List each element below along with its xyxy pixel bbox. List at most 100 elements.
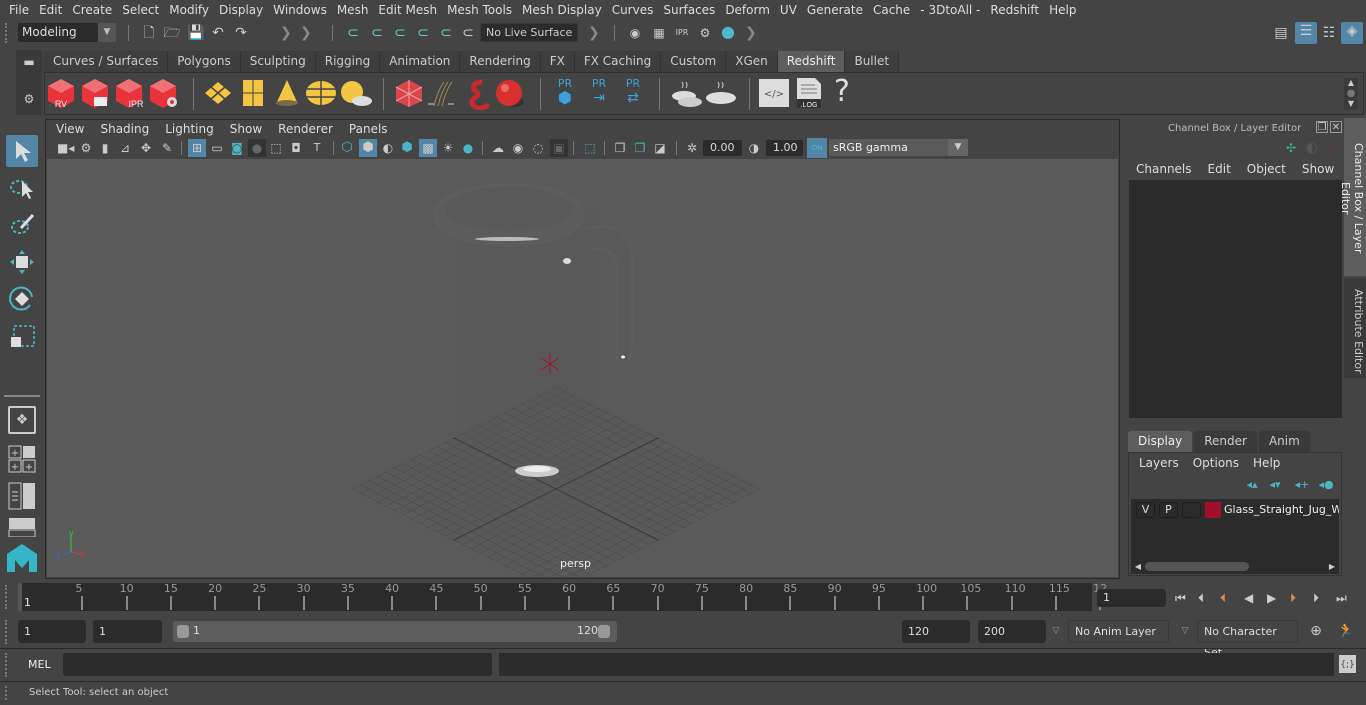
undo-icon[interactable]: ↶ — [209, 24, 227, 42]
viewport-canvas[interactable]: y x z — [47, 159, 1118, 577]
paint-select-tool[interactable] — [6, 208, 38, 240]
channel-menu-channels[interactable]: Channels — [1128, 160, 1200, 178]
float-panel-icon[interactable]: ❐ — [1316, 121, 1328, 133]
log-icon[interactable]: .LOG — [795, 77, 823, 109]
play-forwards-icon[interactable]: ▶ — [1267, 589, 1285, 607]
range-grip[interactable] — [5, 620, 9, 644]
scrollbar-thumb[interactable] — [1145, 562, 1249, 571]
hyper-icon[interactable]: ⁄ — [1325, 139, 1339, 157]
menu-create[interactable]: Create — [67, 0, 117, 20]
go-to-start-icon[interactable]: ⏮ — [1175, 589, 1193, 607]
viewport-menu-shading[interactable]: Shading — [92, 120, 157, 138]
shelf-tab-fx[interactable]: FX — [540, 51, 575, 72]
camera-attributes-icon[interactable]: ⚙ — [78, 139, 94, 157]
screen-space-ao-icon[interactable]: ☁ — [490, 139, 506, 157]
resolution-gate-icon[interactable]: ◙ — [229, 139, 245, 157]
menu-help[interactable]: Help — [1044, 0, 1081, 20]
scroll-left-icon[interactable]: ◀ — [1134, 560, 1142, 573]
redshift-render-view-icon[interactable]: RV — [46, 77, 76, 109]
scale-tool[interactable] — [6, 320, 38, 352]
menu-redshift[interactable]: Redshift — [985, 0, 1044, 20]
outliner-persp-layout-icon[interactable] — [8, 482, 36, 510]
layer-horizontal-scrollbar[interactable]: ◀ ▶ — [1131, 560, 1339, 573]
channel-menu-show[interactable]: Show — [1294, 160, 1342, 178]
manipulator-icon[interactable]: ✣ — [1283, 139, 1299, 157]
animation-preferences-icon[interactable]: 🏃 — [1336, 622, 1356, 640]
status-line-grip[interactable] — [5, 23, 9, 43]
scroll-right-icon[interactable]: ▶ — [1328, 560, 1336, 573]
sphere-material-icon[interactable] — [494, 78, 526, 110]
playback-end-field[interactable]: 120 — [902, 620, 970, 643]
portal-light-icon[interactable] — [241, 78, 265, 108]
shelf-tabs-menu-icon[interactable]: ▬ — [20, 53, 38, 71]
viewport-menu-renderer[interactable]: Renderer — [270, 120, 341, 138]
menu-generate[interactable]: Generate — [802, 0, 868, 20]
persp-graph-layout-icon[interactable] — [8, 517, 36, 537]
film-gate-icon[interactable]: ▭ — [209, 139, 225, 157]
wireframe-icon[interactable]: ⬡ — [339, 139, 355, 157]
shelf-tab-bullet[interactable]: Bullet — [845, 51, 900, 72]
script-editor-icon[interactable]: </> — [759, 79, 789, 107]
playback-start-field[interactable]: 1 — [93, 620, 162, 643]
menu-mesh-display[interactable]: Mesh Display — [517, 0, 607, 20]
safe-action-icon[interactable]: ◘ — [288, 139, 304, 157]
step-forward-key-icon[interactable]: ⏵ — [1290, 589, 1308, 607]
redshift-batch-render-icon[interactable] — [80, 77, 110, 109]
menu-file[interactable]: File — [4, 0, 34, 20]
menu-curves[interactable]: Curves — [607, 0, 659, 20]
default-material-icon[interactable]: ◐ — [380, 139, 396, 157]
exposure-field[interactable]: 0.00 — [703, 140, 742, 156]
shelf-tab-xgen[interactable]: XGen — [726, 51, 778, 72]
render-settings-icon[interactable]: ⚙ — [696, 24, 714, 42]
shelf-tab-fx-caching[interactable]: FX Caching — [574, 51, 662, 72]
anim-layer-dropdown[interactable]: No Anim Layer — [1068, 620, 1169, 643]
menu-uv[interactable]: UV — [775, 0, 802, 20]
move-layer-up-icon[interactable]: ◂▴ — [1244, 476, 1260, 494]
image-plane-icon[interactable]: ⊿ — [117, 139, 133, 157]
camera-icon[interactable]: ■◂ — [57, 139, 74, 157]
xray-joints-icon[interactable]: ◪ — [652, 139, 668, 157]
menu-windows[interactable]: Windows — [268, 0, 332, 20]
layer-name[interactable]: Glass_Straight_Jug_Wi — [1224, 503, 1339, 516]
snap-point-icon[interactable]: ⊂ — [390, 24, 410, 42]
auto-key-icon[interactable]: ⊕ — [1307, 622, 1325, 640]
shelf-tab-sculpting[interactable]: Sculpting — [240, 51, 316, 72]
current-frame-field[interactable]: 1 — [1097, 589, 1166, 607]
collapse-arrow-icon[interactable]: ❯ — [745, 24, 757, 42]
xray-active-components-icon[interactable]: ❐ — [632, 139, 648, 157]
new-scene-icon[interactable]: 🗋 — [141, 24, 157, 42]
collapse-arrow-icon[interactable]: ❯ — [300, 24, 312, 42]
bake-multi-icon[interactable] — [670, 80, 704, 108]
timeline-grip[interactable] — [5, 585, 9, 609]
exposure-icon[interactable]: ✲ — [684, 139, 700, 157]
menu-mesh-tools[interactable]: Mesh Tools — [442, 0, 517, 20]
side-tab-attribute-editor[interactable]: Attribute Editor — [1344, 278, 1366, 378]
channel-box-toggle-icon[interactable]: ◈ — [1341, 22, 1363, 44]
color-management-toggle-icon[interactable]: ON — [807, 138, 827, 158]
redo-icon[interactable]: ↷ — [232, 24, 250, 42]
spot-light-icon[interactable] — [273, 78, 301, 108]
grease-pencil-icon[interactable]: ✎ — [159, 139, 175, 157]
render-current-frame-icon[interactable]: ▦ — [650, 24, 668, 42]
redshift-ipr-icon[interactable]: IPR — [114, 77, 148, 109]
snap-surface-icon[interactable]: ⊂ — [436, 24, 456, 42]
four-view-layout-icon[interactable]: + + + — [8, 445, 36, 473]
smooth-shade-icon[interactable]: ⬢ — [359, 139, 377, 157]
shelf-tab-polygons[interactable]: Polygons — [168, 51, 241, 72]
range-start-handle[interactable] — [177, 625, 189, 638]
move-tool[interactable] — [6, 246, 38, 278]
hypershade-icon[interactable]: ● — [719, 23, 737, 41]
scroll-down-icon[interactable]: ▼ — [1344, 99, 1358, 109]
range-end-handle[interactable] — [598, 625, 610, 638]
move-layer-down-icon[interactable]: ◂▾ — [1267, 476, 1283, 494]
command-language-toggle[interactable]: MEL — [28, 658, 51, 671]
channel-menu-edit[interactable]: Edit — [1200, 160, 1239, 178]
channel-box-list[interactable] — [1129, 180, 1342, 418]
pr-swap-icon[interactable]: PR ⇄ — [619, 77, 647, 109]
layer-visibility-toggle[interactable]: V — [1136, 502, 1155, 518]
hair-icon[interactable] — [426, 80, 458, 108]
make-live-icon[interactable]: ⊂ — [459, 24, 477, 42]
range-slider[interactable]: 1 120 — [173, 621, 617, 642]
character-set-dropdown[interactable]: No Character Set — [1197, 620, 1298, 659]
snap-view-plane-icon[interactable]: ⊂ — [413, 24, 433, 42]
